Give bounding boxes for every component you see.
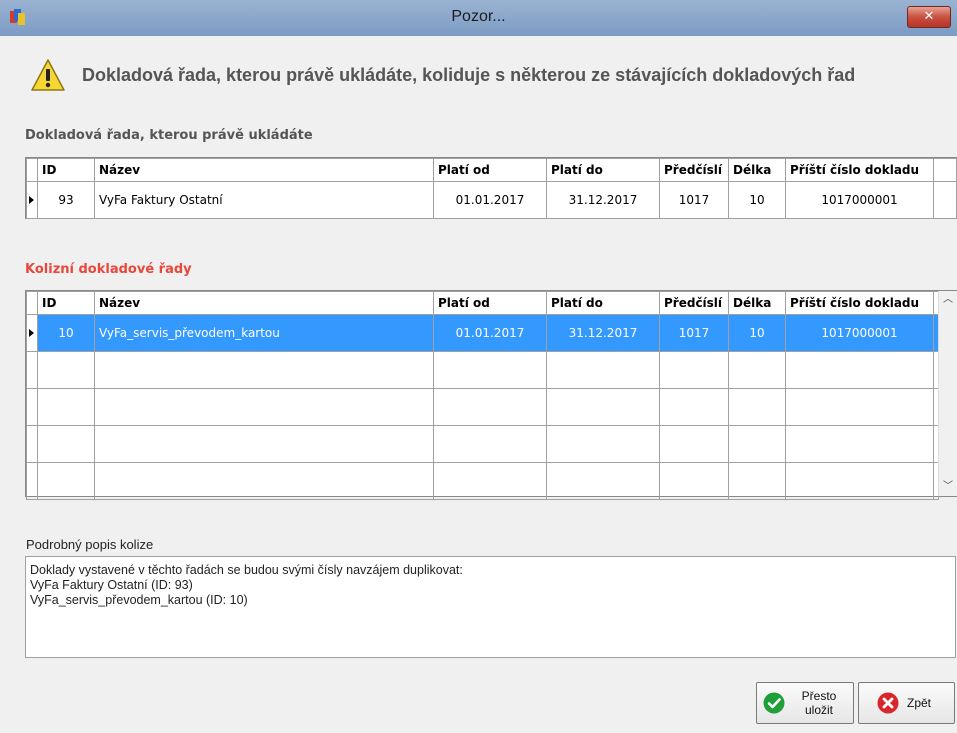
cell-length[interactable]: 10 bbox=[728, 314, 786, 352]
description-line: VyFa Faktury Ostatní (ID: 93) bbox=[30, 578, 193, 592]
row-indicator-header bbox=[26, 291, 38, 315]
dialog-window: Pozor... ✕ Dokladová řada, kterou právě … bbox=[0, 0, 957, 733]
save-label-line2: uložit bbox=[804, 703, 833, 717]
current-series-label: Dokladová řada, kterou právě ukládáte bbox=[25, 128, 313, 143]
scroll-up-icon[interactable]: ︿ bbox=[939, 291, 957, 309]
column-header-length[interactable]: Délka bbox=[728, 291, 786, 315]
back-label: Zpět bbox=[907, 696, 932, 710]
column-header-from[interactable]: Platí od bbox=[433, 158, 547, 182]
grid-header-row: ID Název Platí od Platí do Předčíslí Dél… bbox=[26, 291, 939, 315]
description-line: VyFa_servis_převodem_kartou (ID: 10) bbox=[30, 593, 248, 607]
table-row[interactable]: 93 VyFa Faktury Ostatní 01.01.2017 31.12… bbox=[26, 181, 957, 219]
cell-next[interactable]: 1017000001 bbox=[785, 181, 934, 219]
column-header-next[interactable]: Příští číslo dokladu bbox=[785, 291, 934, 315]
cell-to[interactable]: 31.12.2017 bbox=[546, 181, 660, 219]
column-header-prefix[interactable]: Předčíslí bbox=[659, 291, 729, 315]
cell-to[interactable]: 31.12.2017 bbox=[546, 314, 660, 352]
empty-row[interactable] bbox=[26, 351, 939, 389]
title-bar[interactable]: Pozor... ✕ bbox=[0, 0, 957, 36]
column-header-to[interactable]: Platí do bbox=[546, 291, 660, 315]
save-anyway-button[interactable]: Přesto uložit bbox=[756, 682, 854, 724]
column-header-id[interactable]: ID bbox=[37, 291, 95, 315]
save-label-line1: Přesto bbox=[801, 689, 837, 703]
cell-prefix[interactable]: 1017 bbox=[659, 181, 729, 219]
current-series-grid: ID Název Platí od Platí do Předčíslí Dél… bbox=[25, 157, 957, 219]
close-button[interactable]: ✕ bbox=[907, 6, 951, 28]
row-pointer-icon bbox=[29, 196, 34, 204]
row-indicator bbox=[26, 425, 38, 463]
conflict-series-label: Kolizní dokladové řady bbox=[25, 262, 192, 277]
save-anyway-label: Přesto uložit bbox=[791, 689, 847, 717]
cell-next[interactable]: 1017000001 bbox=[785, 314, 934, 352]
column-header-to[interactable]: Platí do bbox=[546, 158, 660, 182]
description-label: Podrobný popis kolize bbox=[26, 537, 154, 552]
checkmark-icon bbox=[763, 692, 785, 714]
cell-filler bbox=[933, 181, 957, 219]
empty-row[interactable] bbox=[26, 462, 939, 500]
column-header-name[interactable]: Název bbox=[94, 291, 434, 315]
warning-message: Dokladová řada, kterou právě ukládáte, k… bbox=[82, 65, 856, 85]
grid-header-row: ID Název Platí od Platí do Předčíslí Dél… bbox=[26, 158, 957, 182]
scroll-down-icon[interactable]: ﹀ bbox=[939, 478, 957, 496]
row-indicator bbox=[26, 314, 38, 352]
row-pointer-icon bbox=[29, 329, 34, 337]
cell-from[interactable]: 01.01.2017 bbox=[433, 181, 547, 219]
row-indicator-header bbox=[26, 158, 38, 182]
empty-row[interactable] bbox=[26, 388, 939, 426]
cell-from[interactable]: 01.01.2017 bbox=[433, 314, 547, 352]
description-textbox[interactable]: Doklady vystavené v těchto řadách se bud… bbox=[25, 556, 956, 658]
column-header-name[interactable]: Název bbox=[94, 158, 434, 182]
column-header-length[interactable]: Délka bbox=[728, 158, 786, 182]
cell-name[interactable]: VyFa_servis_převodem_kartou bbox=[94, 314, 434, 352]
warning-header: Dokladová řada, kterou právě ukládáte, k… bbox=[30, 56, 930, 96]
column-header-filler bbox=[933, 158, 957, 182]
row-indicator bbox=[26, 351, 38, 389]
back-button[interactable]: Zpět bbox=[858, 682, 955, 724]
cell-length[interactable]: 10 bbox=[728, 181, 786, 219]
conflict-series-grid: ID Název Platí od Platí do Předčíslí Dél… bbox=[25, 290, 957, 500]
column-header-prefix[interactable]: Předčíslí bbox=[659, 158, 729, 182]
row-indicator bbox=[26, 181, 38, 219]
column-header-id[interactable]: ID bbox=[37, 158, 95, 182]
cancel-icon bbox=[877, 692, 899, 714]
row-indicator bbox=[26, 462, 38, 500]
vertical-scrollbar[interactable]: ︿ ﹀ bbox=[938, 291, 957, 496]
empty-row[interactable] bbox=[26, 425, 939, 463]
description-line: Doklady vystavené v těchto řadách se bud… bbox=[30, 563, 463, 577]
column-header-from[interactable]: Platí od bbox=[433, 291, 547, 315]
cell-id[interactable]: 10 bbox=[37, 314, 95, 352]
table-row[interactable]: 10 VyFa_servis_převodem_kartou 01.01.201… bbox=[26, 314, 939, 352]
warning-icon bbox=[31, 59, 65, 91]
column-header-next[interactable]: Příští číslo dokladu bbox=[785, 158, 934, 182]
row-indicator bbox=[26, 388, 38, 426]
window-title: Pozor... bbox=[451, 8, 506, 25]
cell-prefix[interactable]: 1017 bbox=[659, 314, 729, 352]
cell-id[interactable]: 93 bbox=[37, 181, 95, 219]
cell-name[interactable]: VyFa Faktury Ostatní bbox=[94, 181, 434, 219]
